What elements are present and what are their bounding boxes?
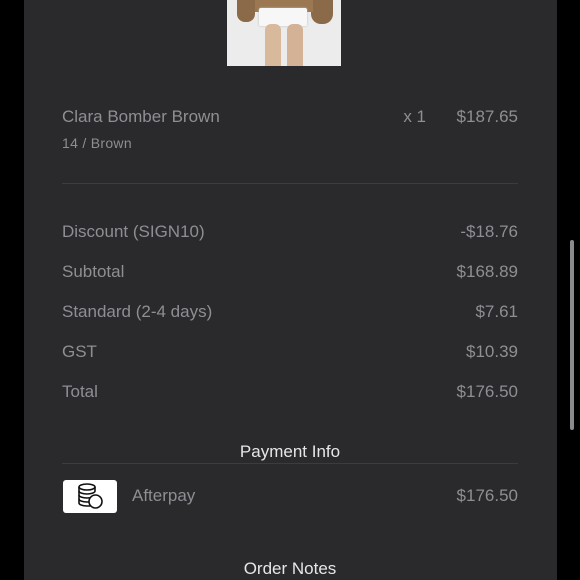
leg-right — [287, 24, 303, 66]
summary-total-label: Total — [62, 382, 98, 401]
summary-discount-value: -$18.76 — [460, 222, 518, 241]
summary-gst-value: $10.39 — [466, 342, 518, 361]
payment-amount: $176.50 — [456, 486, 518, 505]
item-quantity: x 1 — [403, 107, 426, 126]
jacket-sleeve-left — [237, 0, 255, 22]
white-shorts — [259, 8, 307, 26]
jacket-sleeve-right — [311, 0, 333, 24]
summary-discount-label: Discount (SIGN10) — [62, 222, 205, 241]
coins-stack-icon — [63, 480, 117, 513]
product-thumbnail[interactable] — [227, 0, 341, 66]
summary-subtotal-label: Subtotal — [62, 262, 125, 281]
item-name[interactable]: Clara Bomber Brown — [62, 107, 220, 127]
payment-method-label: Afterpay — [132, 486, 196, 505]
divider — [62, 183, 518, 184]
summary-total-value: $176.50 — [456, 382, 518, 401]
scrollbar[interactable] — [570, 240, 574, 430]
item-variant: 14 / Brown — [62, 135, 132, 151]
summary-shipping-value: $7.61 — [475, 302, 518, 321]
app-frame: Clara Bomber Brown x 1 $187.65 14 / Brow… — [0, 0, 580, 580]
divider — [62, 463, 518, 464]
order-notes-heading: Order Notes — [243, 559, 337, 578]
summary-gst-label: GST — [62, 342, 97, 361]
summary-shipping-label: Standard (2-4 days) — [62, 302, 213, 321]
leg-left — [265, 24, 281, 66]
item-price: $187.65 — [456, 107, 518, 126]
payment-info-heading: Payment Info — [239, 442, 341, 461]
summary-subtotal-value: $168.89 — [456, 262, 518, 281]
